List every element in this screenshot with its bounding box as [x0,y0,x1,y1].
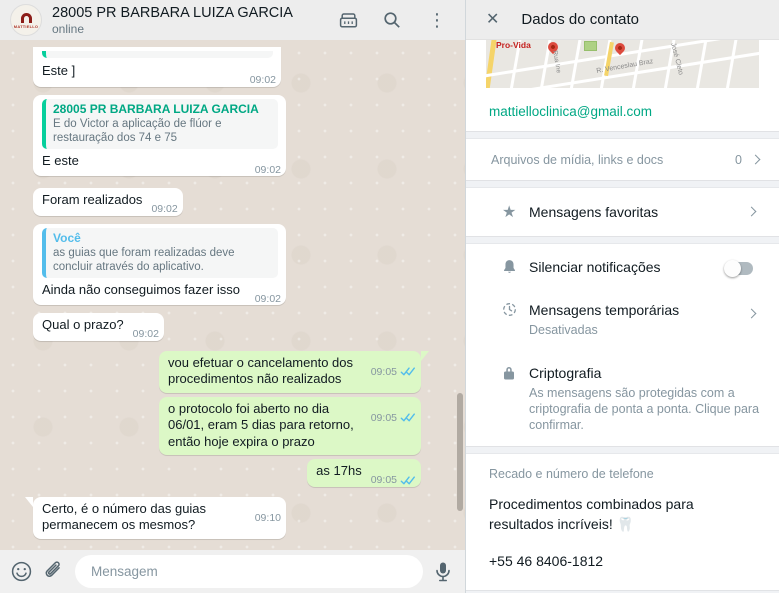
quoted-message[interactable]: 28005 PR BARBARA LUIZA GARCIA E do Victo… [42,98,278,149]
disappearing-messages-label: Mensagens temporárias [529,302,680,318]
message-composer [0,550,465,593]
business-location-map[interactable]: Pro-Vida R. Venceslau Braz José Cleto Ru… [486,40,759,88]
chat-pane: MATTIELLO 28005 PR BARBARA LUIZA GARCIA … [0,0,466,593]
lock-icon [502,364,529,433]
message-text: Foram realizados [42,192,143,207]
message-text: Este ] [42,63,76,78]
quote-text: E do Victor a aplicação de flúor e resta… [53,117,222,144]
panel-header: ✕ Dados do contato [466,0,779,40]
encryption-label: Criptografia [529,365,602,381]
close-icon[interactable]: ✕ [486,11,499,28]
message-text: Certo, é o número das guias permanecem o… [42,500,207,533]
message-time: 09:05 [370,474,397,486]
menu-kebab-icon[interactable]: ⋮ [425,11,449,29]
message-text: vou efetuar o cancelamento dos procedime… [168,354,354,387]
map-park [584,41,597,51]
about-section: Recado e número de telefone Procedimento… [466,454,779,590]
avatar-logo-text: MATTIELLO [13,24,39,29]
message-bubble[interactable]: 09:10 Certo, é o número das guias perman… [25,496,286,539]
media-links-docs-row[interactable]: Arquivos de mídia, links e docs 0 [466,139,779,180]
message-bubble[interactable]: 09:02 Qual o prazo? [33,313,164,341]
contact-info-panel: ✕ Dados do contato Pro-Vida R. Venceslau… [466,0,779,593]
mute-notifications-label: Silenciar notificações [529,259,661,275]
message-list: 09:02 Este ] 28005 PR BARBARA LUIZA GARC… [0,40,465,550]
business-email-link[interactable]: mattielloclinica@gmail.com [489,104,652,119]
message-bubble[interactable]: 09:05 o protocolo foi aberto no dia 06/0… [159,396,421,455]
message-text: Ainda não conseguimos fazer isso [42,281,241,297]
message-text: Qual o prazo? [42,317,124,332]
chat-scrollbar-thumb[interactable] [457,393,463,511]
section-divider [466,131,779,139]
whatsapp-web-app: MATTIELLO 28005 PR BARBARA LUIZA GARCIA … [0,0,779,593]
contact-status: online [52,21,85,36]
bell-icon [502,258,529,277]
star-icon: ★ [502,204,517,221]
business-profile-section: Pro-Vida R. Venceslau Braz José Cleto Ru… [466,40,779,131]
message-time: 09:05 [370,411,397,424]
quoted-message[interactable] [42,51,273,58]
message-time: 09:05 [370,365,397,378]
starred-messages-label: Mensagens favoritas [529,204,659,220]
message-text: o protocolo foi aberto no dia 06/01, era… [168,400,354,449]
map-label-place: Pro-Vida [496,40,531,50]
about-section-label: Recado e número de telefone [489,467,654,481]
section-divider [466,446,779,454]
media-count: 0 [735,152,742,167]
contact-header-info[interactable]: 28005 PR BARBARA LUIZA GARCIA online [52,5,338,36]
disappearing-messages-row[interactable]: Mensagens temporárias Desativadas [466,290,779,351]
quote-author: 28005 PR BARBARA LUIZA GARCIA [53,101,259,116]
double-check-icon [400,476,416,485]
business-phone-number: +55 46 8406-1812 [489,553,604,569]
emoji-icon[interactable] [10,560,33,583]
panel-title: Dados do contato [521,11,639,28]
quote-author: Você [53,230,81,245]
starred-messages-row[interactable]: ★ Mensagens favoritas [466,188,779,236]
catalog-box-icon[interactable] [338,11,359,30]
message-bubble[interactable]: 09:05 vou efetuar o cancelamento dos pro… [159,350,429,393]
search-icon[interactable] [383,11,401,29]
message-input[interactable] [75,555,423,588]
chat-header: MATTIELLO 28005 PR BARBARA LUIZA GARCIA … [0,0,465,40]
disappearing-messages-status: Desativadas [529,323,598,337]
message-text: E este [42,152,79,168]
message-bubble[interactable]: Você as guias que foram realizadas deve … [33,223,286,305]
message-time: 09:02 [249,74,276,86]
contact-avatar[interactable]: MATTIELLO [10,4,42,36]
microphone-icon[interactable] [433,561,453,583]
clinic-logo-icon [20,13,32,23]
business-about-text: Procedimentos combinados para resultados… [489,496,694,532]
message-bubble[interactable]: 28005 PR BARBARA LUIZA GARCIA E do Victo… [33,94,286,176]
mute-toggle[interactable] [724,260,753,277]
message-bubble[interactable]: 09:02 Este ] [33,47,281,87]
double-check-icon [400,367,416,376]
section-divider [466,236,779,244]
chevron-right-icon [750,154,761,165]
message-text: as 17hs [316,463,362,478]
encryption-description: As mensagens são protegidas com a cripto… [529,386,760,432]
message-time: 09:10 [254,511,281,524]
message-bubble[interactable]: 09:05 as 17hs [307,459,421,487]
quoted-message[interactable]: Você as guias que foram realizadas deve … [42,227,278,278]
message-time: 09:02 [151,203,178,215]
section-divider [466,180,779,188]
chat-settings-section: Silenciar notificações Mensagens temporá… [466,244,779,446]
timer-icon [502,301,529,338]
message-time: 09:02 [254,292,281,305]
mute-notifications-row[interactable]: Silenciar notificações [466,244,779,290]
attach-paperclip-icon[interactable] [43,560,65,583]
message-time: 09:02 [132,328,159,340]
media-row-label: Arquivos de mídia, links e docs [491,152,664,167]
message-time: 09:02 [254,163,281,176]
encryption-row[interactable]: Criptografia As mensagens são protegidas… [466,351,779,446]
message-bubble[interactable]: 09:02 Foram realizados [33,188,183,216]
contact-name: 28005 PR BARBARA LUIZA GARCIA [52,4,293,21]
double-check-icon [400,413,416,422]
quote-text: as guias que foram realizadas deve concl… [53,246,235,273]
